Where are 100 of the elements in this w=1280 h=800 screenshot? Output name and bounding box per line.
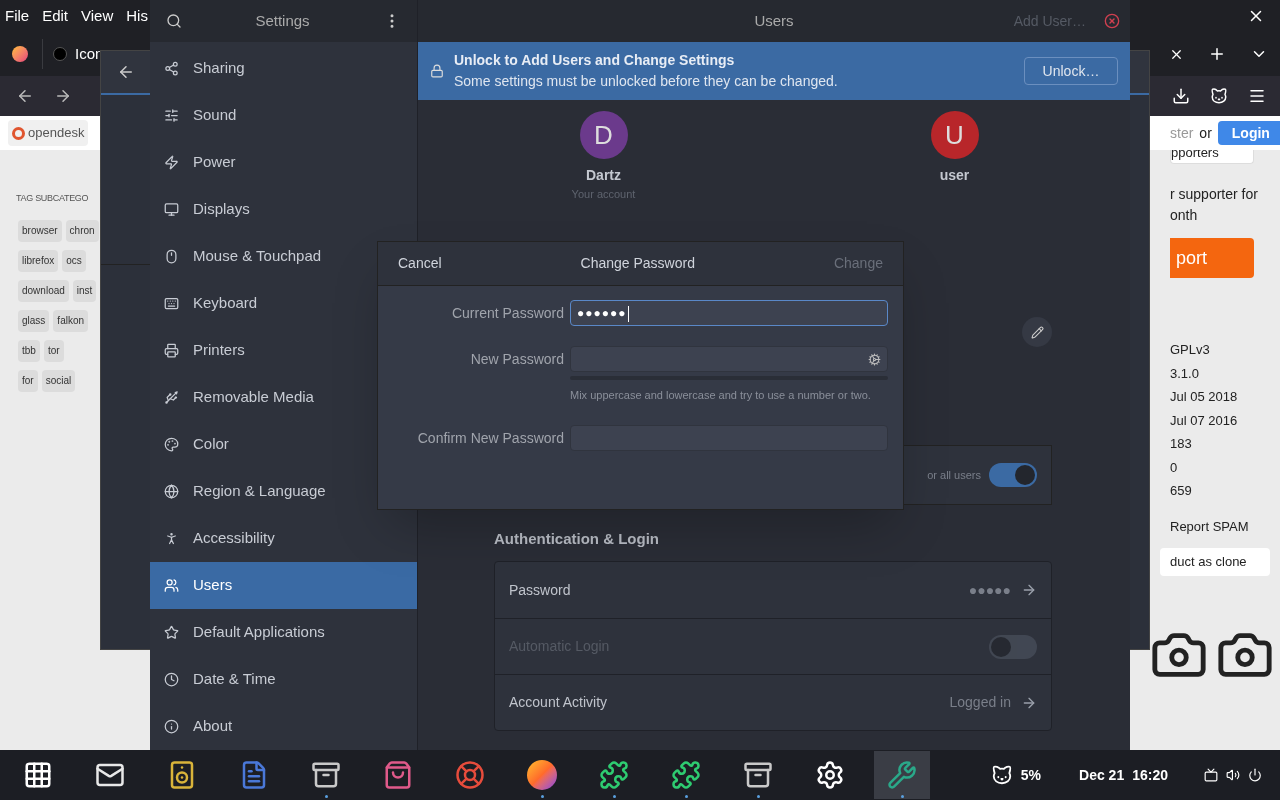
clone-button[interactable]: duct as clone (1160, 548, 1270, 576)
banner-title: Unlock to Add Users and Change Settings (454, 51, 736, 70)
menu-item[interactable]: His (126, 4, 148, 28)
back-icon[interactable] (117, 63, 135, 81)
globe-icon (164, 484, 179, 499)
printer-icon (164, 343, 179, 358)
sidebar-item[interactable]: Default Applications (150, 609, 417, 656)
supporter-text: r supporter for onth (1170, 185, 1259, 225)
archive-icon (743, 760, 773, 790)
clock-icon (164, 672, 179, 687)
lightning-icon (164, 155, 179, 170)
sidebar-item[interactable]: Power (150, 139, 417, 186)
share-icon (164, 61, 179, 76)
users-icon (164, 578, 179, 593)
volume-icon[interactable] (1226, 768, 1240, 782)
toggle-switch[interactable] (989, 463, 1037, 487)
edit-button[interactable] (1022, 317, 1052, 347)
battery-level: 5% (1020, 765, 1042, 785)
tag[interactable]: falkon (53, 309, 89, 332)
site-tab[interactable]: opendesk (8, 120, 89, 146)
password-hint: Mix uppercase and lowercase and try to use a number or two. (570, 388, 872, 403)
info-icon (164, 719, 179, 734)
or-text: or (1199, 123, 1212, 143)
info-value: 659 (1170, 482, 1193, 500)
info-value: 183 (1170, 435, 1193, 453)
tag[interactable]: download (18, 279, 69, 302)
browser-logo-icon[interactable] (12, 46, 28, 62)
date-text: Dec 21 (1079, 765, 1125, 785)
wrench-icon (887, 760, 917, 790)
arrow-icon (1021, 582, 1037, 598)
lock-icon (430, 64, 444, 78)
cat-icon (990, 764, 1013, 786)
archive-icon (311, 760, 341, 790)
grid-icon (23, 760, 53, 790)
browser-icon (527, 760, 557, 790)
tag[interactable]: social (41, 369, 76, 392)
row-value: ●●●●● (968, 580, 1011, 600)
forward-icon[interactable] (54, 87, 72, 105)
password-field[interactable] (570, 346, 888, 372)
info-value: 3.1.0 (1170, 364, 1200, 383)
search-icon[interactable] (166, 13, 182, 29)
cancel-button[interactable]: Cancel (398, 253, 442, 274)
password-field[interactable]: ●●●●●● (570, 300, 888, 326)
sidebar-title: Settings (255, 10, 310, 31)
field-label: New Password (469, 350, 565, 369)
tag[interactable]: tor (43, 339, 64, 362)
tag[interactable]: librefox (18, 249, 59, 272)
site-logo-icon (12, 126, 25, 140)
generate-icon[interactable] (868, 352, 881, 366)
row-text: or all users (927, 467, 981, 483)
power-icon[interactable] (1248, 768, 1262, 782)
tag[interactable]: ocs (62, 249, 86, 272)
user-name: Dartz (586, 166, 621, 185)
sidebar-item[interactable]: Date & Time (150, 656, 417, 703)
dialog-title: Change Password (580, 254, 695, 273)
field-label: Confirm New Password (416, 429, 565, 448)
tag[interactable]: inst (72, 279, 97, 302)
unlock-button[interactable]: Unlock… (1024, 57, 1118, 85)
sidebar-item[interactable]: Displays (150, 186, 417, 233)
tag[interactable]: browser (18, 219, 62, 242)
new-tab-icon[interactable] (1208, 45, 1226, 63)
menu-icon[interactable] (1248, 87, 1266, 105)
sidebar-item[interactable]: Sharing (150, 45, 417, 92)
section-heading: TAG SUBCATEGO (16, 192, 90, 205)
puzzle-icon (671, 760, 701, 790)
report-link[interactable]: Report SPAM (1170, 516, 1280, 536)
person-icon (164, 531, 179, 546)
user-avatar[interactable]: D (579, 111, 628, 159)
section-title: Authentication & Login (494, 528, 660, 549)
tag[interactable]: tbb (18, 339, 40, 362)
field-label: Current Password (450, 304, 565, 323)
menu-item[interactable]: File (5, 4, 30, 28)
login-button[interactable]: Login (1217, 121, 1280, 145)
star-icon (164, 625, 179, 640)
tag[interactable]: for (18, 369, 38, 392)
sidebar-item[interactable]: Sound (150, 92, 417, 139)
info-value: Jul 05 2018 (1170, 388, 1239, 406)
mouse-icon (164, 249, 179, 264)
tag[interactable]: chron (65, 219, 99, 242)
back-icon[interactable] (16, 87, 34, 105)
puzzle-icon (599, 760, 629, 790)
menu-item[interactable]: Edit (42, 4, 69, 28)
settings-row[interactable]: Account Activity Logged in (495, 674, 1051, 730)
palette-icon (164, 437, 179, 452)
keyboard-icon (164, 296, 179, 311)
settings-icon (815, 760, 845, 790)
settings-row[interactable]: Password ●●●●● (495, 562, 1051, 618)
banner-text: Some settings must be unlocked before they can be changed. (454, 72, 839, 91)
pencil-icon (1030, 325, 1044, 339)
screen-icon[interactable] (1204, 768, 1218, 782)
sidebar-item[interactable]: Users (150, 562, 417, 609)
usb-icon (164, 390, 179, 405)
sidebar-item[interactable]: Accessibility (150, 515, 417, 562)
sliders-icon (164, 108, 179, 123)
monitor-icon (164, 202, 179, 217)
sidebar-item[interactable]: About (150, 703, 417, 750)
download-icon[interactable] (1172, 87, 1190, 105)
tag[interactable]: glass (18, 309, 50, 332)
user-avatar[interactable]: U (930, 111, 979, 159)
menu-item[interactable]: View (81, 4, 114, 28)
